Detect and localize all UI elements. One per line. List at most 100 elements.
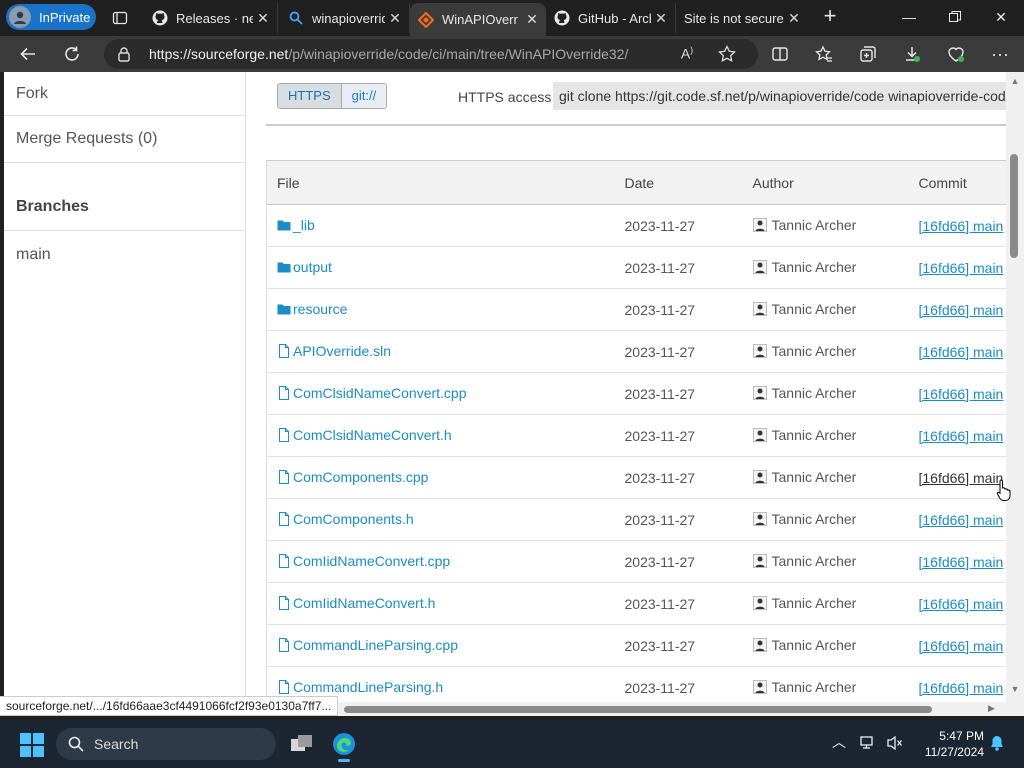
tab-site-not-secure[interactable]: Site is not secure ✕ — [676, 3, 808, 33]
tab-github-archer[interactable]: GitHub - Arch ✕ — [546, 3, 676, 33]
read-aloud-icon[interactable]: A) — [678, 45, 696, 63]
volume-muted-icon[interactable] — [886, 734, 904, 755]
favorite-star-icon[interactable] — [718, 44, 736, 63]
sidebar-item-branch-main[interactable]: main — [4, 231, 245, 278]
clone-command-field[interactable]: git clone https://git.code.sf.net/p/wina… — [553, 82, 1006, 110]
commit-link[interactable]: [16fd66] main — [919, 344, 1004, 360]
sidebar: Fork Merge Requests (0) Branches main — [4, 72, 246, 702]
commit-link[interactable]: [16fd66] main — [919, 512, 1004, 528]
close-tab-icon[interactable]: ✕ — [522, 11, 542, 28]
favorites-icon[interactable] — [810, 40, 838, 68]
tab-search[interactable]: winapioverrid ✕ — [280, 3, 410, 33]
close-tab-icon[interactable]: ✕ — [784, 10, 804, 27]
author-name[interactable]: Tannic Archer — [772, 301, 857, 317]
browser-essentials-icon[interactable] — [942, 40, 970, 68]
commit-link[interactable]: [16fd66] main — [919, 386, 1004, 402]
date-cell: 2023-11-27 — [614, 288, 743, 331]
inprivate-badge[interactable]: InPrivate — [6, 4, 96, 30]
author-name[interactable]: Tannic Archer — [772, 553, 857, 569]
taskbar-search[interactable]: Search — [56, 728, 276, 760]
horizontal-scrollbar-thumb[interactable] — [344, 706, 932, 713]
file-link[interactable]: CommandLineParsing.h — [277, 679, 443, 695]
author-cell: Tannic Archer — [742, 582, 909, 625]
file-link[interactable]: CommandLineParsing.cpp — [277, 637, 458, 653]
sidebar-item-fork[interactable]: Fork — [4, 72, 245, 116]
collections-icon[interactable] — [854, 40, 882, 68]
author-name[interactable]: Tannic Archer — [772, 595, 857, 611]
file-name-cell: ComComponents.cpp — [266, 456, 615, 499]
commit-link[interactable]: [16fd66] main — [919, 302, 1004, 318]
file-name: ComComponents.cpp — [293, 468, 429, 485]
sidebar-item-merge-requests[interactable]: Merge Requests (0) — [4, 116, 245, 163]
file-link[interactable]: ComIidNameConvert.cpp — [277, 553, 450, 569]
https-toggle-button[interactable]: HTTPS — [278, 84, 342, 108]
column-header-file[interactable]: File — [266, 160, 615, 205]
system-clock[interactable]: 5:47 PM 11/27/2024 — [914, 728, 984, 760]
file-link[interactable]: ComComponents.cpp — [277, 469, 428, 485]
file-link[interactable]: ComClsidNameConvert.h — [277, 427, 452, 443]
author-name[interactable]: Tannic Archer — [772, 343, 857, 359]
author-name[interactable]: Tannic Archer — [772, 427, 857, 443]
close-tab-icon[interactable]: ✕ — [385, 10, 405, 27]
refresh-icon[interactable] — [58, 40, 86, 68]
scroll-down-icon[interactable]: ▼ — [1009, 684, 1021, 694]
commit-link[interactable]: [16fd66] main — [919, 428, 1004, 444]
file-link[interactable]: ComClsidNameConvert.cpp — [277, 385, 467, 401]
lock-icon[interactable] — [116, 46, 132, 62]
tab-releases[interactable]: Releases · nel ✕ — [144, 3, 278, 33]
git-toggle-button[interactable]: git:// — [341, 84, 387, 108]
file-link[interactable]: ComIidNameConvert.h — [277, 595, 435, 611]
file-name-cell: ComIidNameConvert.h — [266, 582, 615, 625]
commit-link[interactable]: [16fd66] main — [919, 638, 1004, 654]
column-header-commit[interactable]: Commit — [908, 160, 1006, 205]
column-header-author[interactable]: Author — [742, 160, 909, 205]
back-icon[interactable] — [14, 40, 42, 68]
vertical-scrollbar[interactable]: ▲ ▼ — [1006, 72, 1024, 702]
split-screen-icon[interactable] — [766, 40, 794, 68]
address-bar[interactable]: https://sourceforge.net/p/winapioverride… — [104, 39, 758, 69]
scrollbar-thumb[interactable] — [1010, 154, 1018, 258]
file-link[interactable]: APIOverride.sln — [277, 343, 391, 359]
commit-link[interactable]: [16fd66] main — [919, 260, 1004, 276]
page-content: Fork Merge Requests (0) Branches main HT… — [4, 72, 1006, 702]
author-name[interactable]: Tannic Archer — [772, 385, 857, 401]
notification-bell-icon[interactable] — [988, 734, 1006, 752]
commit-link[interactable]: [16fd66] main — [919, 218, 1004, 234]
close-window-icon[interactable]: ✕ — [978, 0, 1024, 34]
file-link[interactable]: output — [277, 259, 332, 275]
user-icon — [752, 385, 767, 400]
file-link[interactable]: resource — [277, 301, 347, 317]
edge-taskbar-icon[interactable] — [326, 726, 362, 762]
column-header-date[interactable]: Date — [614, 160, 743, 205]
close-tab-icon[interactable]: ✕ — [651, 10, 671, 27]
commit-cell: [16fd66] main — [908, 288, 1006, 331]
author-name[interactable]: Tannic Archer — [772, 511, 857, 527]
author-cell: Tannic Archer — [742, 246, 909, 289]
commit-link[interactable]: [16fd66] main — [919, 680, 1004, 696]
commit-link[interactable]: [16fd66] main — [919, 596, 1004, 612]
author-name[interactable]: Tannic Archer — [772, 469, 857, 485]
author-name[interactable]: Tannic Archer — [772, 259, 857, 275]
file-link[interactable]: _lib — [277, 217, 315, 233]
minimize-icon[interactable]: — — [886, 0, 932, 34]
commit-link[interactable]: [16fd66] main — [919, 470, 1004, 486]
show-hidden-icons[interactable]: ︿ — [832, 732, 846, 752]
scroll-up-icon[interactable]: ▲ — [1009, 76, 1021, 86]
commit-link[interactable]: [16fd66] main — [919, 554, 1004, 570]
author-name[interactable]: Tannic Archer — [772, 637, 857, 653]
scroll-right-icon[interactable]: ▶ — [988, 703, 995, 714]
file-link[interactable]: ComComponents.h — [277, 511, 414, 527]
network-icon[interactable] — [860, 734, 878, 755]
downloads-icon[interactable] — [898, 40, 926, 68]
author-name[interactable]: Tannic Archer — [772, 679, 857, 695]
new-tab-icon[interactable]: + — [818, 5, 842, 29]
windows-start-icon[interactable] — [20, 733, 44, 757]
close-tab-icon[interactable]: ✕ — [253, 10, 273, 27]
author-name[interactable]: Tannic Archer — [772, 217, 857, 233]
tab-actions-icon[interactable] — [108, 6, 132, 30]
commit-cell: [16fd66] main — [908, 330, 1006, 373]
more-menu-icon[interactable]: ··· — [986, 40, 1014, 68]
restore-icon[interactable] — [932, 0, 978, 34]
task-view-icon[interactable] — [284, 726, 320, 762]
tab-winapioverride[interactable]: WinAPIOverr ✕ — [410, 3, 546, 36]
